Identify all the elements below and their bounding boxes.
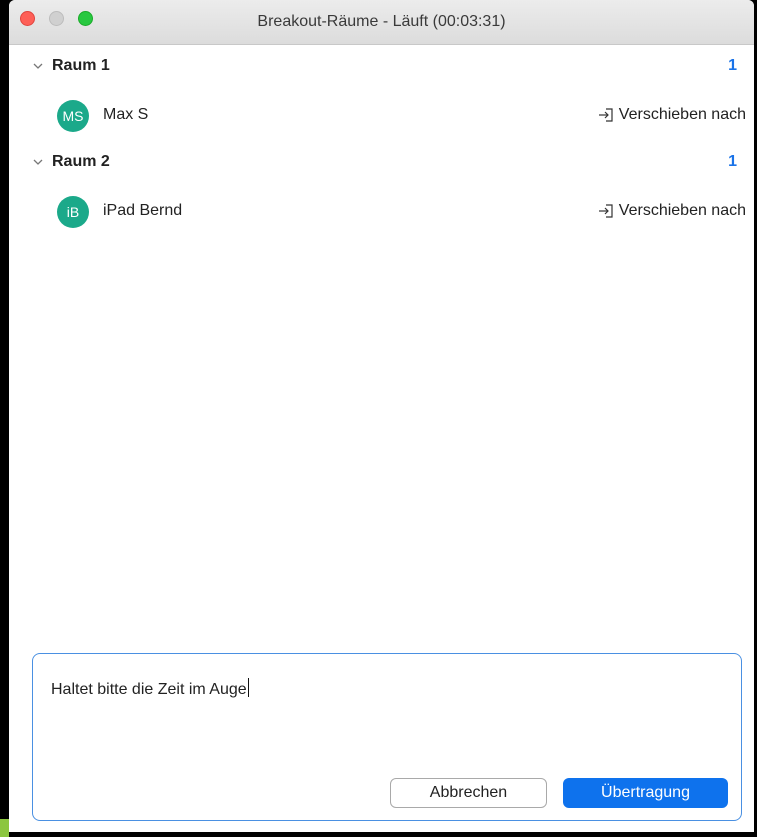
room-name: Raum 1	[52, 57, 110, 74]
participant-row: iB iPad Bernd Verschieben nach	[9, 192, 754, 232]
move-to-button[interactable]: Verschieben nach	[597, 202, 746, 220]
broadcast-message-input[interactable]: Haltet bitte die Zeit im Auge	[51, 678, 249, 699]
participant-name: Max S	[103, 106, 149, 123]
room-header-2[interactable]: Raum 2 1	[9, 148, 754, 178]
move-to-button[interactable]: Verschieben nach	[597, 106, 746, 124]
move-to-label: Verschieben nach	[618, 106, 746, 123]
participant-row: MS Max S Verschieben nach	[9, 96, 754, 136]
move-to-icon	[598, 108, 613, 122]
participant-name: iPad Bernd	[103, 202, 183, 219]
chevron-down-icon[interactable]	[32, 60, 44, 72]
title-bar: Breakout-Räume - Läuft (00:03:31)	[9, 0, 754, 45]
chevron-down-icon[interactable]	[32, 156, 44, 168]
broadcast-message-box[interactable]: Haltet bitte die Zeit im Auge Abbrechen …	[32, 653, 742, 821]
move-to-icon	[598, 204, 613, 218]
broadcast-button[interactable]: Übertragung	[563, 778, 728, 808]
move-to-label: Verschieben nach	[618, 202, 746, 219]
room-participant-count: 1	[728, 57, 737, 74]
broadcast-message-text: Haltet bitte die Zeit im Auge	[51, 681, 247, 698]
text-cursor	[247, 678, 249, 697]
desktop-background	[0, 819, 9, 837]
avatar: iB	[57, 196, 89, 228]
cancel-button[interactable]: Abbrechen	[390, 778, 547, 808]
avatar: MS	[57, 100, 89, 132]
room-header-1[interactable]: Raum 1 1	[9, 52, 754, 82]
window-title: Breakout-Räume - Läuft (00:03:31)	[257, 13, 506, 30]
room-participant-count: 1	[728, 153, 737, 170]
breakout-rooms-window: Breakout-Räume - Läuft (00:03:31) Raum 1…	[9, 0, 754, 832]
room-name: Raum 2	[52, 153, 110, 170]
